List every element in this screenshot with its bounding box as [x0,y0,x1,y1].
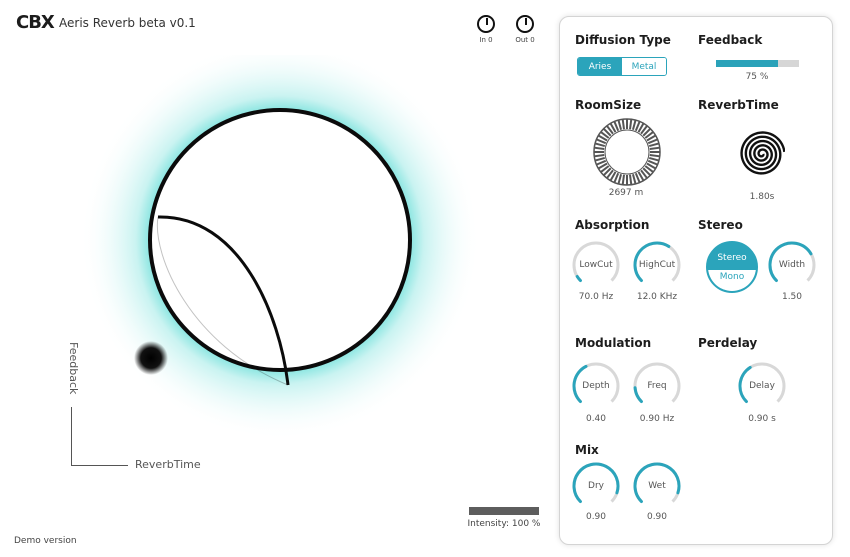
feedback-slider-fill [716,60,779,67]
width-value: 1.50 [781,292,803,302]
app-logo: CBX [16,12,55,33]
width-label: Width [778,260,806,270]
reverbtime-title: ReverbTime [698,98,779,112]
stereo-mode-toggle[interactable]: Stereo Mono [706,241,758,293]
dry-label: Dry [588,481,604,491]
y-axis-label: Feedback [67,342,80,395]
diffusion-option-aries[interactable]: Aries [578,58,622,75]
feedback-title: Feedback [698,33,763,47]
input-gain-label: In 0 [479,36,493,44]
lowcut-label: LowCut [579,260,613,270]
wet-label: Wet [648,481,666,491]
delay-value: 0.90 s [748,414,776,424]
visualizer-position-dot[interactable] [134,341,168,375]
roomsize-title: RoomSize [575,98,642,112]
mix-title: Mix [575,443,599,457]
delay-label: Delay [749,381,775,391]
depth-label: Depth [582,381,610,391]
output-gain-label: Out 0 [515,36,535,44]
roomsize-knob[interactable] [592,117,662,187]
visualizer-ring [148,108,412,372]
wet-value: 0.90 [646,512,668,522]
highcut-label: HighCut [638,260,676,270]
highcut-value: 12.0 KHz [636,292,678,302]
stereo-mode-on: Stereo [717,253,747,263]
predelay-title: Perdelay [698,336,758,350]
input-gain-knob[interactable] [477,15,495,33]
diffusion-option-metal[interactable]: Metal [622,58,666,75]
reverbtime-spiral-knob[interactable] [739,131,785,177]
intensity-bar[interactable] [469,507,539,515]
feedback-value: 75 % [745,72,769,82]
freq-value: 0.90 Hz [639,414,675,424]
reverb-visualizer[interactable] [60,55,500,485]
freq-label: Freq [647,381,667,391]
stereo-mode-off: Mono [708,270,756,291]
diffusion-type-switch: Aries Metal [577,57,667,76]
feedback-slider[interactable] [716,60,799,67]
y-axis-line [71,407,72,465]
output-gain-knob[interactable] [516,15,534,33]
app-title: Aeris Reverb beta v0.1 [59,16,196,30]
stereo-title: Stereo [698,218,743,232]
reverbtime-value: 1.80s [749,192,775,202]
modulation-title: Modulation [575,336,652,350]
x-axis-line [71,465,128,466]
intensity-label: Intensity: 100 % [467,519,541,529]
x-axis-label: ReverbTime [135,458,201,471]
absorption-title: Absorption [575,218,650,232]
roomsize-value: 2697 m [608,188,644,198]
demo-version-label: Demo version [14,536,77,546]
diffusion-type-title: Diffusion Type [575,33,671,47]
